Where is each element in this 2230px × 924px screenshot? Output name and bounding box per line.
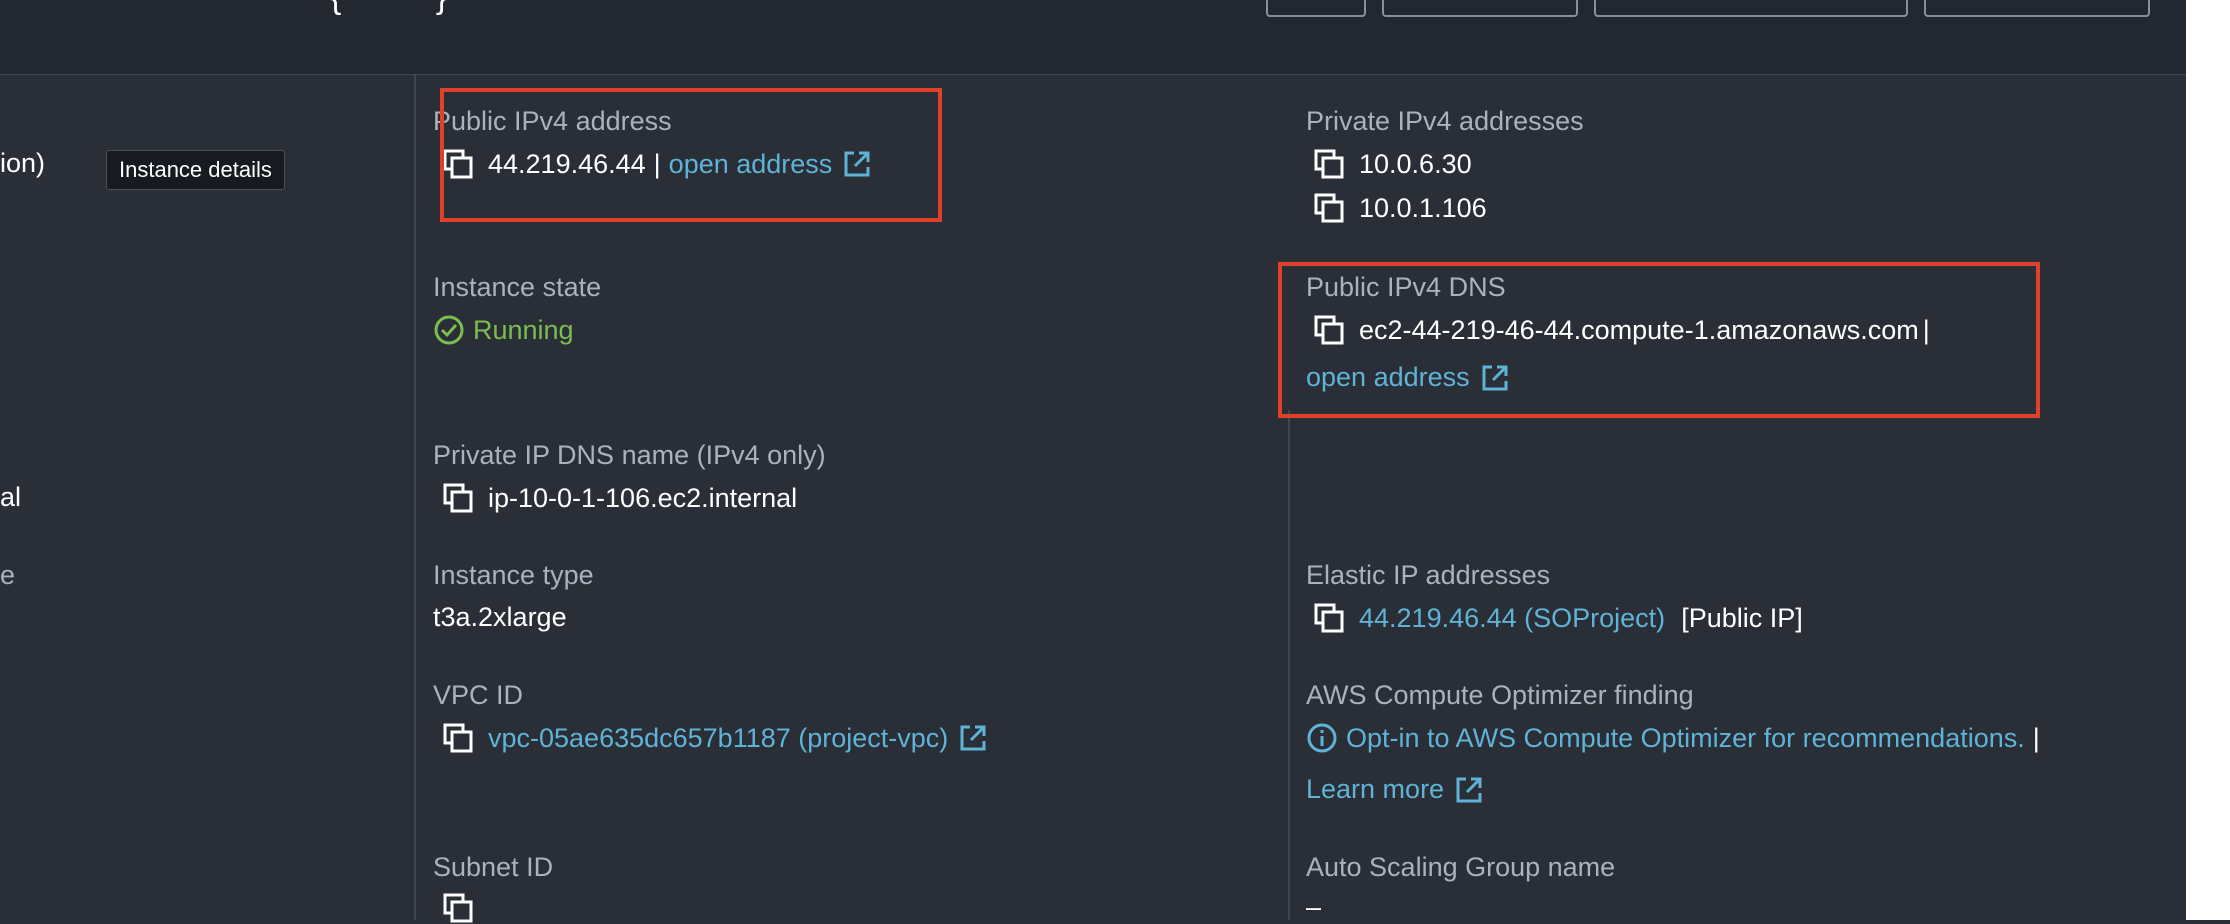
instance-state-value: Running — [473, 314, 574, 345]
page-title-partial: { } — [330, 0, 447, 17]
asg-name-value: – — [1306, 892, 1322, 922]
page-edge — [2186, 0, 2230, 920]
elastic-ip-value-row: 44.219.46.44 (SOProject) [Public IP] — [1313, 602, 1803, 634]
left-partial-text: ion) — [0, 148, 46, 178]
elastic-ip-link[interactable]: 44.219.46.44 (SOProject) — [1359, 603, 1665, 634]
column-divider — [414, 75, 416, 920]
copy-icon[interactable] — [442, 482, 474, 514]
instance-type-label: Instance type — [433, 560, 594, 590]
private-ipv4-value: 10.0.1.106 — [1359, 192, 1487, 223]
copy-icon[interactable] — [442, 722, 474, 754]
private-dns-value: ip-10-0-1-106.ec2.internal — [488, 482, 798, 513]
column-divider — [1288, 410, 1290, 920]
connect-button[interactable] — [1382, 0, 1578, 17]
private-ipv4-label: Private IPv4 addresses — [1306, 106, 1584, 136]
info-icon — [1307, 723, 1337, 753]
copy-icon[interactable] — [1313, 148, 1345, 180]
asg-name-label: Auto Scaling Group name — [1306, 852, 1616, 882]
instance-state-button[interactable] — [1594, 0, 1908, 17]
copy-icon[interactable] — [1313, 602, 1345, 634]
refresh-button[interactable] — [1266, 0, 1366, 17]
separator: | — [2032, 722, 2040, 753]
highlight-box — [440, 88, 942, 222]
learn-more-row: Learn more — [1306, 774, 1484, 805]
optimizer-opt-in-link[interactable]: Opt-in to AWS Compute Optimizer for reco… — [1346, 723, 2025, 754]
vpc-id-link[interactable]: vpc-05ae635dc657b1187 (project-vpc) — [488, 723, 948, 754]
private-dns-value-row: ip-10-0-1-106.ec2.internal — [442, 482, 797, 514]
instance-type-value: t3a.2xlarge — [433, 602, 567, 632]
copy-icon[interactable] — [442, 892, 474, 924]
highlight-box — [1278, 262, 2040, 418]
optimizer-label: AWS Compute Optimizer finding — [1306, 680, 1694, 710]
external-link-icon[interactable] — [958, 723, 988, 753]
instance-details-tooltip: Instance details — [106, 150, 285, 190]
vpc-id-label: VPC ID — [433, 680, 524, 710]
elastic-ip-suffix: [Public IP] — [1681, 602, 1803, 633]
copy-icon[interactable] — [1313, 192, 1345, 224]
elastic-ip-label: Elastic IP addresses — [1306, 560, 1551, 590]
actions-button[interactable] — [1924, 0, 2150, 17]
check-circle-icon — [434, 315, 464, 345]
vpc-id-value-row: vpc-05ae635dc657b1187 (project-vpc) — [442, 722, 988, 754]
private-dns-label: Private IP DNS name (IPv4 only) — [433, 440, 826, 470]
instance-state-label: Instance state — [433, 272, 602, 302]
instance-state-value-row: Running — [433, 314, 574, 346]
left-partial-text: al — [0, 482, 22, 512]
external-link-icon[interactable] — [1454, 775, 1484, 805]
private-ipv4-value-row: 10.0.1.106 — [1313, 192, 1487, 224]
learn-more-link[interactable]: Learn more — [1306, 774, 1444, 805]
private-ipv4-value: 10.0.6.30 — [1359, 148, 1472, 179]
left-partial-text: e — [0, 560, 16, 590]
optimizer-value-row: Opt-in to AWS Compute Optimizer for reco… — [1306, 722, 2048, 754]
subnet-id-label: Subnet ID — [433, 852, 554, 882]
private-ipv4-value-row: 10.0.6.30 — [1313, 148, 1472, 180]
subnet-id-value-row — [442, 892, 488, 924]
